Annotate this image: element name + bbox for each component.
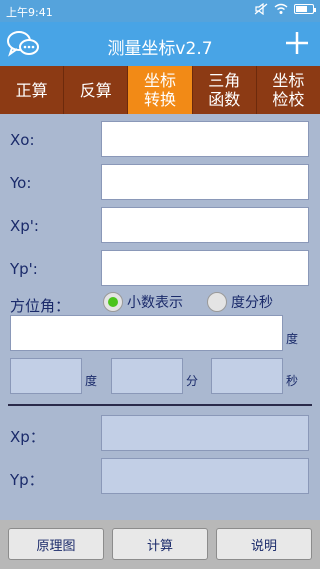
tab-coordinate-transform[interactable]: 坐标 转换	[128, 66, 193, 114]
page-title: 测量坐标v2.7	[107, 39, 213, 59]
azimuth-second-input[interactable]	[211, 358, 283, 394]
degree-unit-label: 度	[286, 332, 299, 346]
battery-icon	[294, 4, 316, 14]
help-button[interactable]: 说明	[216, 528, 312, 560]
plus-icon[interactable]	[282, 28, 312, 58]
tab-bar: 正算 反算 坐标 转换 三角 函数 坐标 检校	[0, 66, 320, 114]
radio-unselected-icon	[207, 292, 227, 312]
xp-result-label: Xp：	[10, 428, 45, 446]
xp-prime-input[interactable]	[101, 207, 309, 243]
tab-coordinate-check[interactable]: 坐标 检校	[257, 66, 320, 114]
yo-label: Yo:	[10, 174, 32, 192]
dms-second-unit: 秒	[286, 374, 299, 388]
azimuth-decimal-input[interactable]	[10, 315, 283, 351]
azimuth-minute-input[interactable]	[111, 358, 183, 394]
azimuth-degree-input[interactable]	[10, 358, 82, 394]
mute-icon	[254, 3, 268, 15]
xo-label: Xo:	[10, 131, 35, 149]
dms-option-label: 度分秒	[231, 295, 273, 311]
tab-forward-calc[interactable]: 正算	[0, 66, 65, 114]
radio-selected-icon	[103, 292, 123, 312]
decimal-radio[interactable]: 小数表示	[103, 292, 183, 312]
tab-inverse-calc[interactable]: 反算	[64, 66, 129, 114]
azimuth-label: 方位角：	[10, 297, 71, 315]
yp-result-label: Yp：	[10, 471, 44, 489]
divider	[8, 404, 312, 406]
xp-result-field	[101, 415, 309, 451]
status-time: 上午9:41	[6, 6, 53, 19]
app-header: 测量坐标v2.7	[0, 22, 320, 66]
wifi-icon	[274, 3, 288, 14]
yp-prime-input[interactable]	[101, 250, 309, 286]
dms-radio[interactable]: 度分秒	[207, 292, 273, 312]
dms-degree-unit: 度	[85, 374, 98, 388]
calculate-button[interactable]: 计算	[112, 528, 208, 560]
xp-prime-label: Xp':	[10, 217, 39, 235]
tab-trig-functions[interactable]: 三角 函数	[193, 66, 257, 114]
dms-minute-unit: 分	[186, 374, 199, 388]
status-bar: 上午9:41	[0, 0, 320, 22]
diagram-button[interactable]: 原理图	[8, 528, 104, 560]
yp-prime-label: Yp':	[10, 260, 38, 278]
yo-input[interactable]	[101, 164, 309, 200]
decimal-option-label: 小数表示	[127, 295, 183, 311]
yp-result-field	[101, 458, 309, 494]
bottom-toolbar: 原理图 计算 说明	[0, 520, 320, 569]
xo-input[interactable]	[101, 121, 309, 157]
